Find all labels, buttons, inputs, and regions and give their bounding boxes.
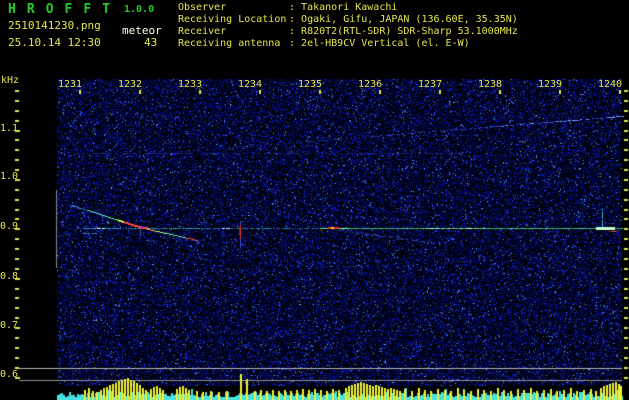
info-label: Observer [178,2,227,13]
freq-axis-unit: kHz [1,75,20,86]
app-title: H R O F F T [8,2,112,17]
freq-tick-label: 1.0 [0,171,19,182]
info-separator: : [289,26,302,37]
hrofft-window: { "window": {"width": 629, "height": 400… [0,0,629,400]
info-value: Ogaki, Gifu, JAPAN (136.60E, 35.35N) [301,14,518,25]
info-separator: : [289,14,302,25]
spectrogram-canvas [0,0,629,400]
info-label: Receiving antenna [178,38,281,49]
station-info-row: Receiving Location: Ogaki, Gifu, JAPAN (… [178,14,518,26]
time-tick-label: 1237 [418,79,443,90]
echo-count: 43 [144,36,158,49]
time-tick-label: 1239 [538,79,563,90]
info-label: Receiver [178,26,227,37]
freq-tick-label: 0.6 [0,369,19,380]
station-info-block: Observer: Takanori Kawachi Receiving Loca… [178,2,518,50]
station-info-row: Receiver: R820T2(RTL-SDR) SDR-Sharp 53.1… [178,26,518,38]
info-value: 2el-HB9CV Vertical (el. E-W) [301,38,470,49]
time-tick-label: 1231 [58,79,83,90]
date-time: 25.10.14 12:30 [8,36,101,49]
time-tick-label: 1236 [358,79,383,90]
info-separator: : [289,38,302,49]
freq-tick-label: 1.1 [0,123,19,134]
info-value: R820T2(RTL-SDR) SDR-Sharp 53.1000MHz [301,26,518,37]
time-tick-label: 1238 [478,79,503,90]
station-info-row: Receiving antenna: 2el-HB9CV Vertical (e… [178,38,518,50]
station-info-row: Observer: Takanori Kawachi [178,2,518,14]
freq-tick-label: 0.8 [0,271,19,282]
info-separator: : [289,2,302,13]
freq-tick-label: 0.7 [0,320,19,331]
time-tick-label: 1232 [118,79,143,90]
info-label: Receiving Location [178,14,287,25]
time-tick-label: 1240 [598,79,623,90]
time-tick-label: 1234 [238,79,263,90]
mode-label: meteor [122,24,162,37]
info-value: Takanori Kawachi [301,2,398,13]
time-tick-label: 1233 [178,79,203,90]
app-version: 1.0.0 [124,4,155,15]
freq-tick-label: 0.9 [0,221,19,232]
output-filename: 2510141230.png [8,19,101,32]
time-tick-label: 1235 [298,79,323,90]
